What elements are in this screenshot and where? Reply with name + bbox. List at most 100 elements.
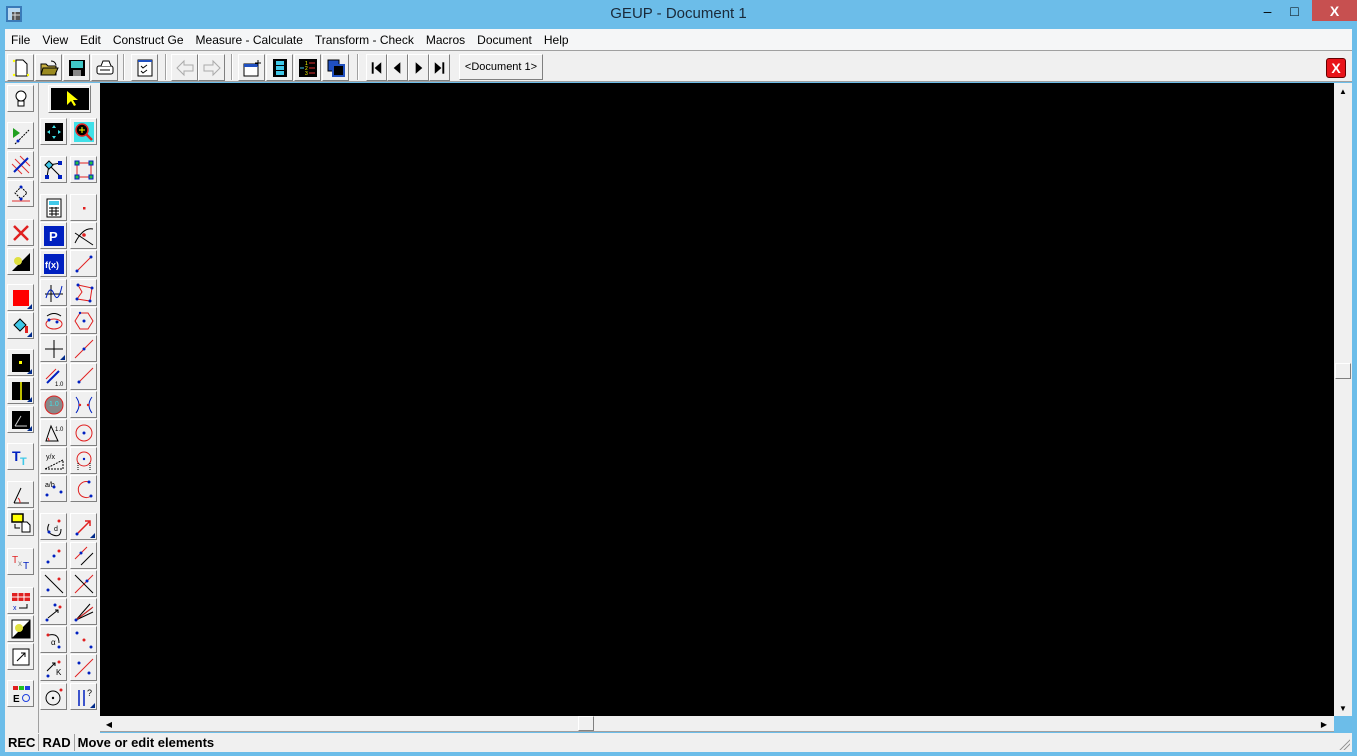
numbered-list-button[interactable]: 123: [294, 54, 321, 81]
circle-point-button[interactable]: [40, 683, 67, 710]
line-button[interactable]: [70, 335, 97, 362]
perpendicular-axes-button[interactable]: [40, 335, 67, 362]
checklist-button[interactable]: [131, 54, 158, 81]
ratio-button[interactable]: y/x: [40, 447, 67, 474]
intersection-button[interactable]: [70, 222, 97, 249]
segment-button[interactable]: [70, 250, 97, 277]
distance-button[interactable]: d: [40, 513, 67, 540]
arc-button[interactable]: [70, 475, 97, 502]
scroll-left-button[interactable]: ◀: [101, 716, 117, 732]
copy-figure-button[interactable]: [7, 509, 34, 536]
hint-button[interactable]: [7, 85, 34, 112]
calculator-button[interactable]: [40, 194, 67, 221]
first-button[interactable]: [366, 54, 387, 81]
rotate-ellipse-button[interactable]: [40, 307, 67, 334]
minimize-button[interactable]: –: [1253, 0, 1282, 21]
drawing-canvas[interactable]: [100, 83, 1334, 716]
line-through-points-button[interactable]: [40, 570, 67, 597]
menu-help[interactable]: Help: [538, 33, 575, 47]
dilate-k-button[interactable]: K: [40, 654, 67, 681]
menu-document[interactable]: Document: [471, 33, 538, 47]
polygon-button[interactable]: [70, 279, 97, 306]
menu-file[interactable]: File: [5, 33, 36, 47]
select-pointer-button[interactable]: [48, 85, 91, 113]
midpoint-button[interactable]: [70, 626, 97, 653]
circle-diameter-button[interactable]: [70, 447, 97, 474]
menu-view[interactable]: View: [36, 33, 74, 47]
forward-button[interactable]: [198, 54, 225, 81]
menu-measure-calculate[interactable]: Measure - Calculate: [190, 33, 309, 47]
horizontal-scrollbar[interactable]: ◀ ▶: [100, 716, 1334, 732]
table-button[interactable]: x: [7, 587, 34, 614]
point-button[interactable]: [70, 194, 97, 221]
delete-button[interactable]: [7, 219, 34, 246]
zoom-button[interactable]: [70, 118, 97, 145]
perpendicular-button[interactable]: [70, 570, 97, 597]
measure-angle-button[interactable]: 1.0: [40, 419, 67, 446]
regular-polygon-button[interactable]: [70, 307, 97, 334]
resize-grip[interactable]: [1338, 738, 1350, 750]
cascade-button[interactable]: [322, 54, 349, 81]
parameter-button[interactable]: P: [40, 222, 67, 249]
points-scatter-button[interactable]: [40, 542, 67, 569]
next-button[interactable]: [408, 54, 429, 81]
close-document-button[interactable]: X: [1326, 58, 1346, 78]
back-button[interactable]: [171, 54, 198, 81]
menu-construct[interactable]: Construct Ge: [107, 33, 190, 47]
line-style-button[interactable]: [7, 377, 34, 404]
last-button[interactable]: [429, 54, 450, 81]
function-button[interactable]: f(x): [40, 250, 67, 277]
fill-button[interactable]: [7, 312, 34, 339]
color-button[interactable]: [7, 284, 34, 311]
fit-view-button[interactable]: [40, 118, 67, 145]
document-tab[interactable]: <Document 1>: [459, 54, 543, 80]
locus-button[interactable]: [7, 180, 34, 207]
menu-transform-check[interactable]: Transform - Check: [309, 33, 420, 47]
text-format-button[interactable]: TxT: [7, 548, 34, 575]
menu-edit[interactable]: Edit: [74, 33, 107, 47]
new-window-button[interactable]: [238, 54, 265, 81]
show-hide-button[interactable]: [7, 122, 34, 149]
resize-button[interactable]: [7, 643, 34, 670]
close-window-button[interactable]: X: [1312, 0, 1357, 21]
bisector-button[interactable]: [70, 598, 97, 625]
brightness-button[interactable]: [7, 248, 34, 275]
maximize-button[interactable]: □: [1280, 0, 1309, 21]
angle-measure-button[interactable]: [7, 481, 34, 508]
scroll-down-button[interactable]: ▼: [1335, 700, 1351, 716]
rotate-alpha-icon: α: [46, 633, 60, 648]
angle-style-button[interactable]: [7, 406, 34, 433]
measure-area-button[interactable]: 1.0: [40, 391, 67, 418]
rotate-alpha-button[interactable]: α: [40, 626, 67, 653]
element-colors-button[interactable]: E: [7, 680, 34, 707]
animation-button[interactable]: [266, 54, 293, 81]
parallel-button[interactable]: [70, 542, 97, 569]
hyperbola-button[interactable]: [70, 391, 97, 418]
previous-button[interactable]: [387, 54, 408, 81]
new-document-button[interactable]: [7, 54, 34, 81]
network-button[interactable]: [40, 156, 67, 183]
brightness-2-button[interactable]: [7, 615, 34, 642]
vector-button[interactable]: [70, 513, 97, 540]
vector-translate-button[interactable]: [40, 598, 67, 625]
parallel-lines-button[interactable]: [7, 151, 34, 178]
scroll-up-button[interactable]: ▲: [1335, 83, 1351, 99]
point-style-button[interactable]: [7, 349, 34, 376]
circle-button[interactable]: [70, 419, 97, 446]
grid-graph-button[interactable]: [70, 156, 97, 183]
horizontal-scroll-thumb[interactable]: [578, 716, 594, 731]
plot-function-button[interactable]: [40, 279, 67, 306]
ray-button[interactable]: [70, 363, 97, 390]
ratio-ab-button[interactable]: a/b: [40, 475, 67, 502]
menu-macros[interactable]: Macros: [420, 33, 471, 47]
reflection-button[interactable]: [70, 654, 97, 681]
vertical-scrollbar[interactable]: ▲ ▼: [1334, 83, 1352, 716]
vertical-scroll-thumb[interactable]: [1335, 363, 1351, 379]
text-style-button[interactable]: TT: [7, 443, 34, 470]
measure-length-button[interactable]: 1.0: [40, 363, 67, 390]
save-button[interactable]: [63, 54, 90, 81]
open-button[interactable]: [35, 54, 62, 81]
check-parallel-button[interactable]: ?: [70, 683, 97, 710]
scroll-right-button[interactable]: ▶: [1316, 716, 1332, 732]
print-button[interactable]: [91, 54, 118, 81]
